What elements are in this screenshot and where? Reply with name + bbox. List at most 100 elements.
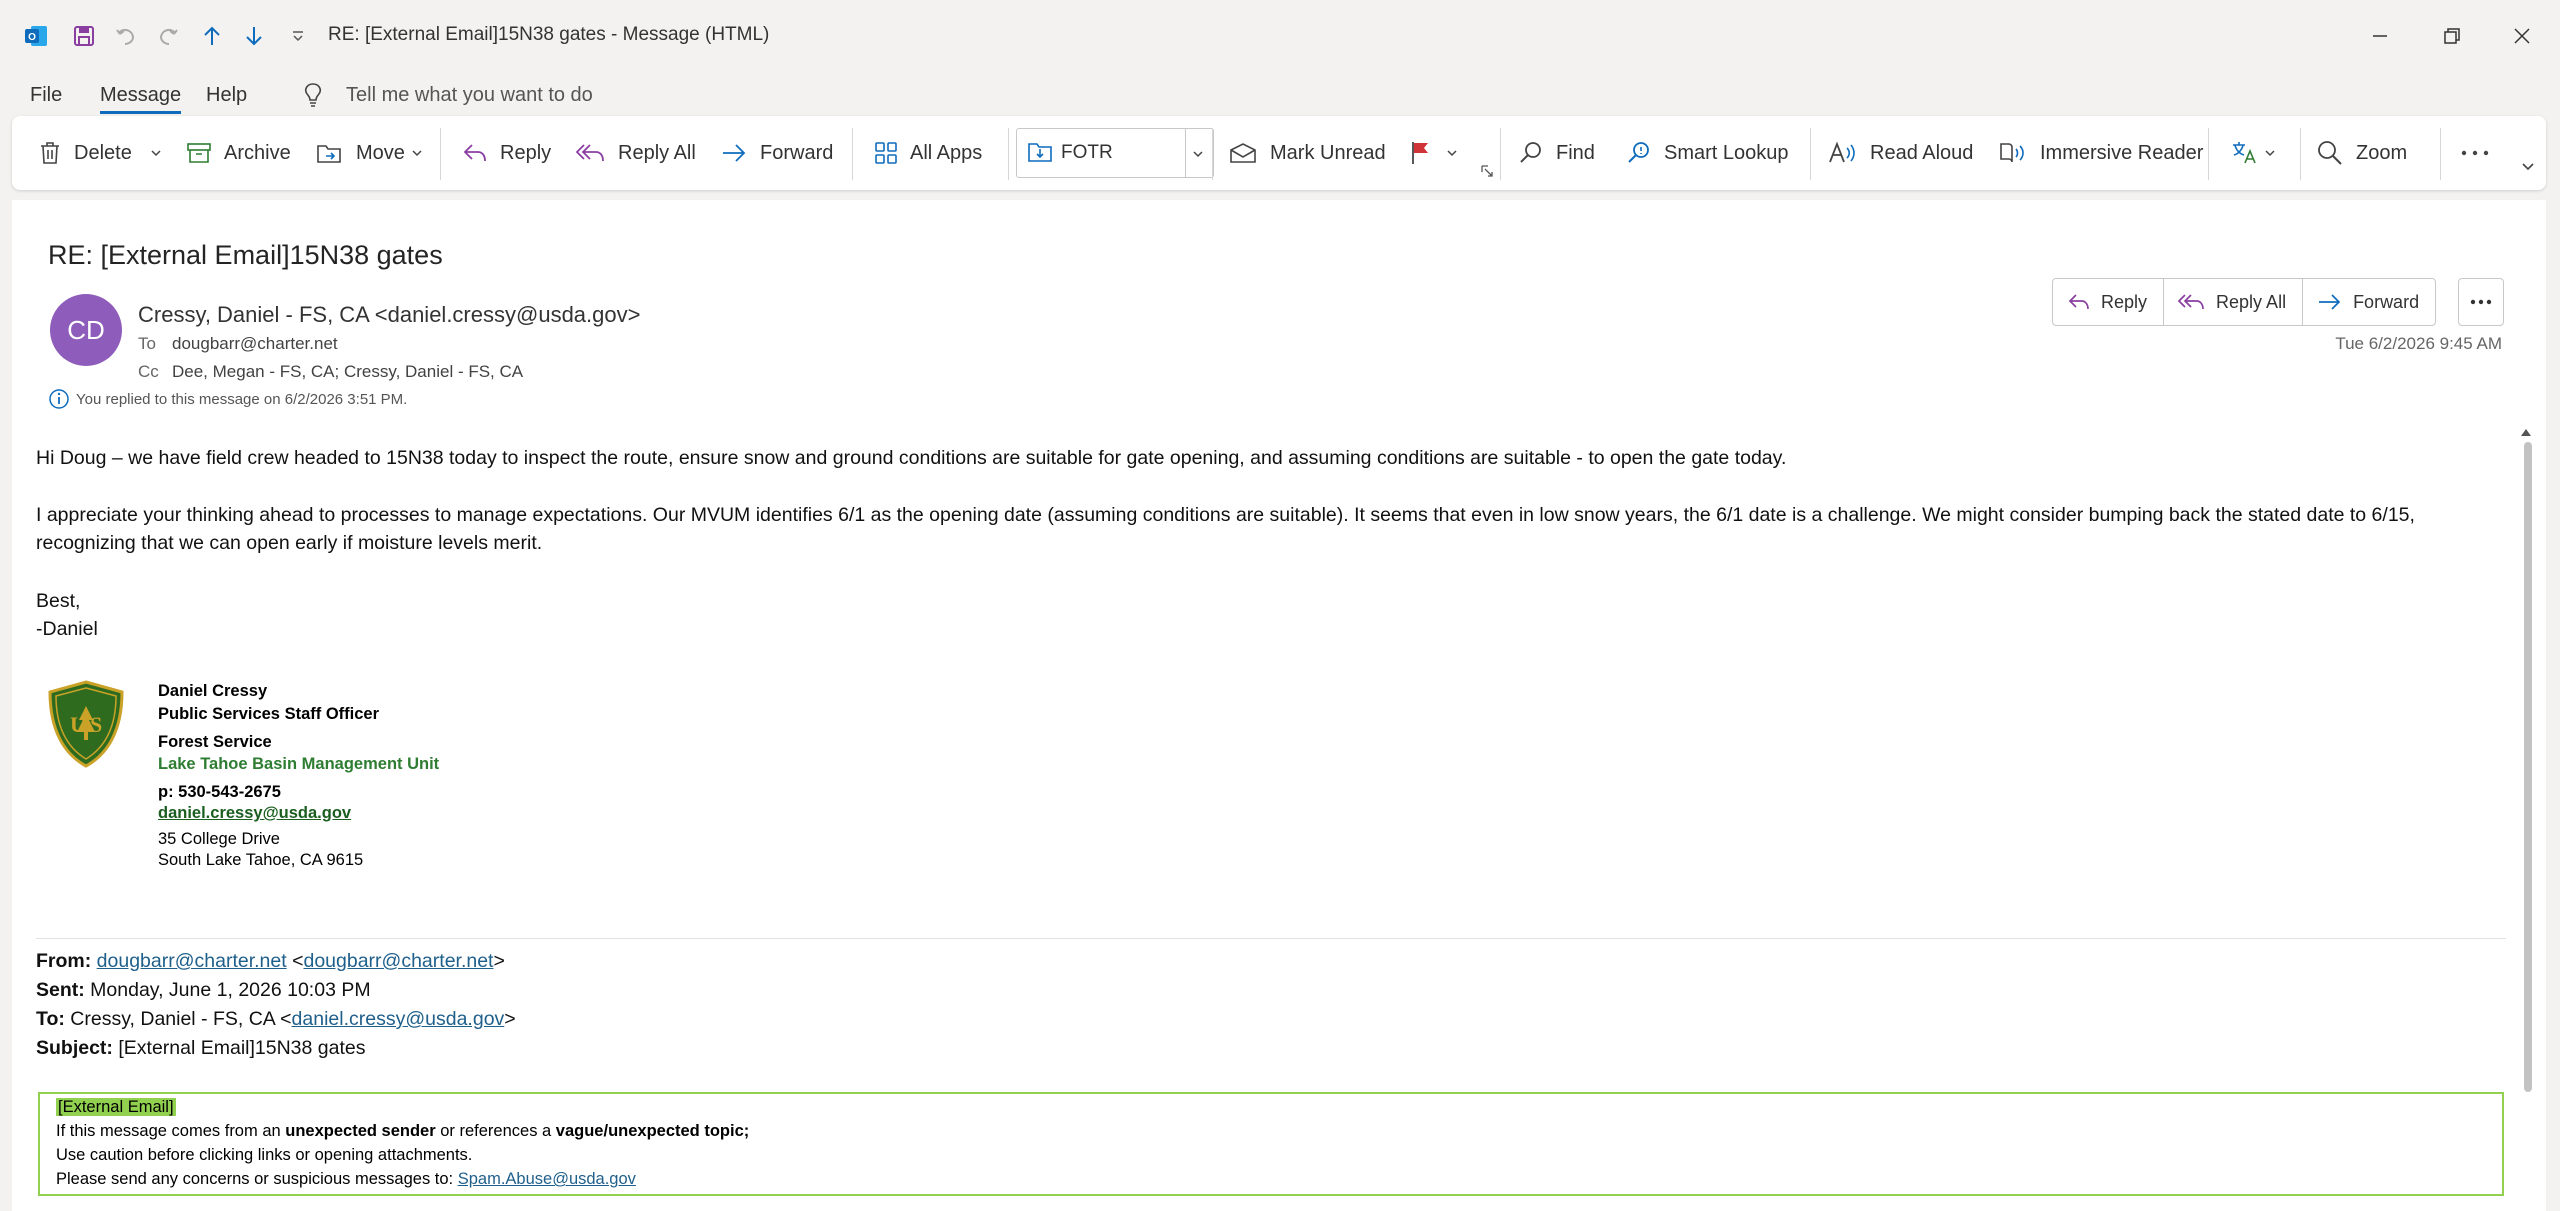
move-button[interactable]: Move	[316, 136, 423, 170]
quick-steps-divider	[1185, 129, 1186, 177]
flag-button[interactable]	[1408, 136, 1458, 170]
dialog-launcher-icon[interactable]	[1480, 164, 1494, 183]
chevron-down-icon[interactable]	[150, 147, 162, 159]
chevron-down-icon[interactable]	[1446, 147, 1458, 159]
translate-icon	[2233, 142, 2256, 164]
redo-icon[interactable]	[152, 20, 184, 52]
inline-forward-button[interactable]: Forward	[2303, 279, 2435, 325]
quick-steps-selector[interactable]: FOTR	[1016, 128, 1214, 178]
avatar[interactable]: CD	[50, 294, 122, 366]
external-banner-line-3: Use caution before clicking links or ope…	[56, 1146, 473, 1164]
trash-icon	[41, 142, 59, 164]
inline-reply-all-label: Reply All	[2216, 291, 2287, 312]
banner-text: Please send any concerns or suspicious m…	[56, 1170, 458, 1188]
external-email-banner: [External Email] If this message comes f…	[38, 1092, 2504, 1196]
reply-icon	[463, 144, 486, 162]
message-date: Tue 6/2/2026 9:45 AM	[2335, 334, 2502, 353]
collapse-ribbon-icon[interactable]	[2520, 160, 2536, 178]
apps-grid-icon	[875, 142, 897, 164]
search-icon	[1520, 142, 1541, 163]
close-icon[interactable]	[2502, 18, 2542, 54]
replied-note: You replied to this message on 6/2/2026 …	[76, 390, 408, 408]
reply-label: Reply	[500, 141, 552, 164]
all-apps-button[interactable]: All Apps	[874, 136, 982, 170]
forward-button[interactable]: Forward	[720, 136, 833, 170]
banner-emphasis: unexpected sender	[285, 1122, 436, 1140]
quoted-from-email-link-2[interactable]: dougbarr@charter.net	[303, 950, 493, 972]
next-item-arrow-icon[interactable]	[238, 20, 270, 52]
reply-all-button[interactable]: Reply All	[576, 136, 696, 170]
body-signoff: -Daniel	[36, 618, 98, 640]
find-button[interactable]: Find	[1518, 136, 1595, 170]
archive-label: Archive	[224, 141, 291, 164]
quoted-from-email-link[interactable]: dougbarr@charter.net	[97, 950, 287, 972]
read-aloud-label: Read Aloud	[1870, 141, 1974, 164]
minimize-icon[interactable]	[2360, 18, 2400, 54]
forward-arrow-icon	[723, 144, 746, 162]
inline-reply-all-button[interactable]: Reply All	[2164, 279, 2304, 325]
mark-unread-label: Mark Unread	[1270, 141, 1386, 164]
menu-bar: File Message Help Tell me what you want …	[0, 76, 2560, 116]
ribbon-toolbar: Delete Archive Move Reply Reply All Forw…	[12, 116, 2546, 190]
immersive-reader-button[interactable]: Immersive Reader	[1998, 136, 2203, 170]
chevron-down-icon[interactable]	[1191, 147, 1205, 165]
inline-forward-label: Forward	[2353, 291, 2420, 312]
reply-all-icon	[2178, 294, 2204, 310]
restore-icon[interactable]	[2432, 18, 2472, 54]
inline-reply-label: Reply	[2101, 291, 2148, 312]
quoted-subject-value: [External Email]15N38 gates	[118, 1037, 366, 1059]
banner-emphasis: vague/unexpected topic;	[555, 1122, 750, 1140]
signature-name: Daniel Cressy	[158, 682, 268, 700]
quoted-to-email-link[interactable]: daniel.cressy@usda.gov	[292, 1008, 505, 1030]
info-icon	[49, 389, 69, 409]
zoom-button[interactable]: Zoom	[2316, 136, 2407, 170]
chevron-down-icon[interactable]	[411, 147, 423, 159]
red-flag-icon	[1412, 142, 1428, 164]
immersive-reader-label: Immersive Reader	[2040, 141, 2204, 164]
inline-reply-button[interactable]: Reply	[2053, 279, 2165, 325]
spam-abuse-email-link[interactable]: Spam.Abuse@usda.gov	[458, 1170, 636, 1188]
message-subject: RE: [External Email]15N38 gates	[48, 240, 443, 270]
quoted-message-divider	[36, 938, 2506, 939]
smart-lookup-button[interactable]: Smart Lookup	[1626, 136, 1789, 170]
menu-help[interactable]: Help	[206, 84, 247, 107]
delete-button[interactable]: Delete	[38, 136, 162, 170]
ribbon-divider	[2300, 128, 2301, 180]
signature-email-link[interactable]: daniel.cressy@usda.gov	[158, 804, 351, 823]
previous-item-arrow-icon[interactable]	[196, 20, 228, 52]
read-aloud-icon	[1829, 141, 1855, 163]
to-recipients[interactable]: dougbarr@charter.net	[172, 334, 338, 354]
mark-unread-button[interactable]: Mark Unread	[1228, 136, 1386, 170]
menu-file[interactable]: File	[30, 84, 62, 107]
quoted-subject-line: Subject: [External Email]15N38 gates	[36, 1037, 366, 1060]
ribbon-divider	[1500, 128, 1501, 180]
quoted-to-name: Cressy, Daniel - FS, CA <	[70, 1008, 292, 1030]
move-label: Move	[356, 141, 405, 164]
archive-icon	[187, 143, 211, 163]
vertical-scrollbar-thumb[interactable]	[2524, 442, 2532, 1092]
chevron-down-icon[interactable]	[2264, 147, 2276, 159]
lightbulb-icon	[302, 82, 324, 113]
ribbon-divider	[2440, 128, 2441, 180]
save-icon[interactable]	[68, 20, 100, 52]
sender-name[interactable]: Cressy, Daniel - FS, CA <daniel.cressy@u…	[138, 302, 640, 328]
translate-button[interactable]	[2230, 136, 2276, 170]
cc-recipients[interactable]: Dee, Megan - FS, CA; Cressy, Daniel - FS…	[172, 362, 523, 382]
tell-me-search[interactable]: Tell me what you want to do	[346, 84, 593, 107]
message-more-button[interactable]	[2458, 278, 2504, 326]
signature-address-line-2: South Lake Tahoe, CA 9615	[158, 851, 364, 869]
smart-lookup-label: Smart Lookup	[1664, 141, 1789, 164]
archive-button[interactable]: Archive	[186, 136, 291, 170]
undo-icon[interactable]	[110, 20, 142, 52]
forest-service-shield-logo: U S	[46, 680, 126, 773]
more-commands-button[interactable]	[2460, 136, 2502, 170]
signature-title: Public Services Staff Officer	[158, 705, 380, 723]
quoted-sent-label: Sent:	[36, 979, 85, 1001]
customize-quick-access-icon[interactable]	[282, 20, 314, 52]
banner-text: If this message comes from an	[56, 1122, 286, 1140]
menu-message[interactable]: Message	[100, 84, 182, 114]
reply-all-icon	[576, 144, 604, 162]
scroll-up-arrow-icon[interactable]	[2520, 424, 2532, 442]
read-aloud-button[interactable]: Read Aloud	[1828, 136, 1973, 170]
reply-button[interactable]: Reply	[462, 136, 551, 170]
